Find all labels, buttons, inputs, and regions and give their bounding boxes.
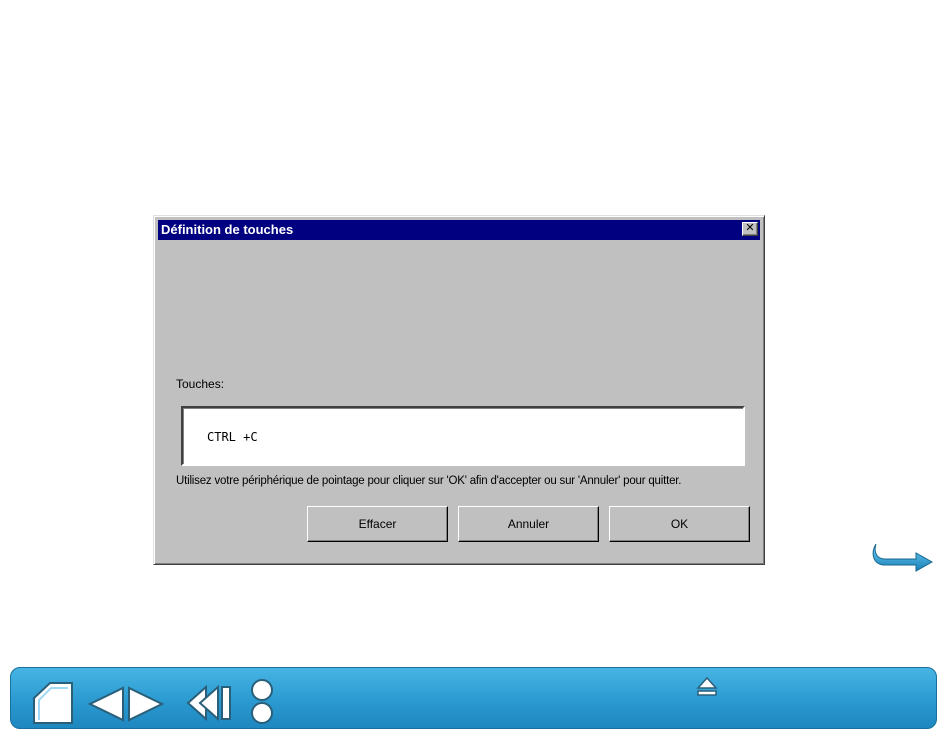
navigation-toolbar	[10, 667, 937, 729]
keys-label: Touches:	[176, 377, 225, 391]
instruction-text: Utilisez votre périphérique de pointage …	[176, 475, 682, 487]
clear-button[interactable]: Effacer	[307, 506, 448, 542]
next-page-icon[interactable]	[127, 686, 165, 722]
keys-field[interactable]: CTRL +C	[181, 406, 745, 466]
ok-button[interactable]: OK	[609, 506, 750, 542]
dialog-titlebar: Définition de touches ✕	[158, 220, 760, 240]
eject-icon[interactable]	[696, 676, 718, 698]
index-icon[interactable]	[249, 678, 275, 726]
dialog-title: Définition de touches	[161, 222, 294, 237]
next-arrow-icon[interactable]	[872, 540, 934, 572]
keys-value: CTRL +C	[207, 430, 258, 444]
close-button[interactable]: ✕	[742, 222, 758, 236]
page: Définition de touches ✕ Touches: CTRL +C…	[0, 0, 950, 740]
home-icon[interactable]	[31, 680, 75, 726]
previous-page-icon[interactable]	[87, 686, 125, 722]
cancel-button[interactable]: Annuler	[458, 506, 599, 542]
key-definition-dialog: Définition de touches ✕ Touches: CTRL +C…	[153, 215, 765, 565]
back-icon[interactable]	[186, 684, 234, 722]
